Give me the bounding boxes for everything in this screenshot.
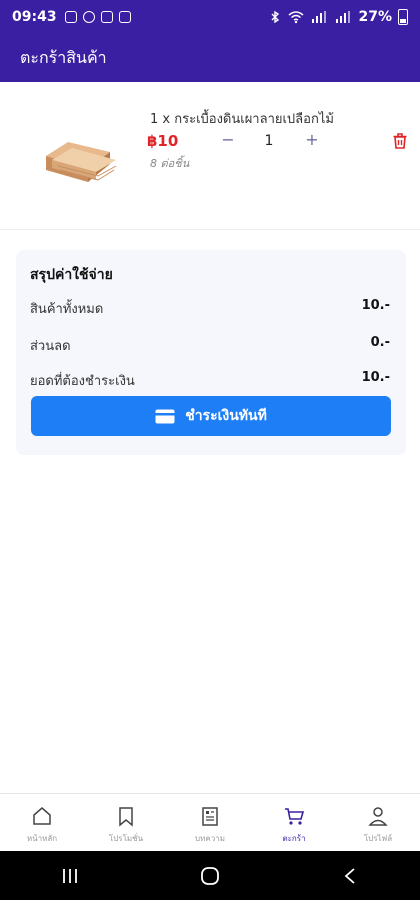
battery-percent: 27% xyxy=(358,9,392,25)
wifi-icon xyxy=(288,11,304,24)
nav-item-cart[interactable]: ตะกร้า xyxy=(252,794,336,851)
summary-title: สรุปค่าใช้จ่าย xyxy=(30,267,113,283)
summary-label: ส่วนลด xyxy=(30,339,71,354)
nav-label: โปรไฟล์ xyxy=(363,834,393,843)
bluetooth-icon xyxy=(271,10,280,24)
home-button[interactable] xyxy=(195,861,225,891)
notification-icons xyxy=(64,11,131,23)
pay-now-button[interactable]: ชำระเงินทันที xyxy=(31,396,391,436)
battery-icon xyxy=(398,9,408,25)
trash-icon[interactable] xyxy=(392,132,408,150)
back-icon xyxy=(344,867,355,884)
decrease-quantity-button[interactable]: − xyxy=(220,130,236,150)
recent-apps-button[interactable] xyxy=(55,861,85,891)
signal-icon-2 xyxy=(336,11,351,23)
system-status: 27% xyxy=(268,9,408,25)
app-bar: ตะกร้าสินค้า xyxy=(0,34,420,82)
quantity-value: 1 xyxy=(264,133,274,149)
product-name[interactable]: 1 x กระเบื้องดินเผาลายเปลือกไม้ xyxy=(150,108,334,129)
nav-item-promotions[interactable]: โปรโมชั่น xyxy=(84,794,168,851)
image-icon xyxy=(118,11,131,23)
notification-icon xyxy=(64,11,77,23)
profile-icon xyxy=(368,807,388,826)
bottom-navigation: หน้าหลัก โปรโมชั่น บทความ ตะกร้า โปรไฟล์ xyxy=(0,793,420,851)
bookmark-icon xyxy=(119,807,133,827)
nav-label: หน้าหลัก xyxy=(26,834,58,843)
credit-card-icon xyxy=(155,409,175,423)
article-icon xyxy=(202,807,218,826)
summary-value: 10.- xyxy=(361,298,390,313)
cart-item: 1 x กระเบื้องดินเผาลายเปลือกไม้ ฿10 8 ต่… xyxy=(0,90,420,230)
cart-icon xyxy=(285,808,305,825)
summary-label: ยอดที่ต้องชำระเงิน xyxy=(30,374,135,389)
summary-label: สินค้าทั้งหมด xyxy=(30,302,104,317)
increase-quantity-button[interactable]: + xyxy=(304,130,320,150)
nav-label: ตะกร้า xyxy=(282,834,306,843)
home-circle-icon xyxy=(201,866,219,885)
summary-row-total: ยอดที่ต้องชำระเงิน 10.- xyxy=(30,370,390,390)
heart-icon xyxy=(100,11,113,23)
product-unit-price: 8 ต่อชิ้น xyxy=(150,157,190,170)
cart-screen: 09:43 27% ตะกร้าสินค้า 1 x กระเบื้องดินเ… xyxy=(0,0,420,900)
nav-item-articles[interactable]: บทความ xyxy=(168,794,252,851)
nav-item-profile[interactable]: โปรไฟล์ xyxy=(336,794,420,851)
product-price: ฿10 xyxy=(147,132,179,150)
summary-value: 10.- xyxy=(361,370,390,385)
summary-value: 0.- xyxy=(370,335,390,350)
home-icon xyxy=(33,807,51,825)
product-image xyxy=(46,142,117,182)
summary-row-discount: ส่วนลด 0.- xyxy=(30,335,390,355)
nav-item-home[interactable]: หน้าหลัก xyxy=(0,794,84,851)
system-navigation-bar xyxy=(0,851,420,900)
nav-label: บทความ xyxy=(195,834,225,843)
status-bar: 09:43 27% xyxy=(0,0,420,34)
page-title: ตะกร้าสินค้า xyxy=(20,47,107,67)
download-icon xyxy=(82,11,95,23)
pay-now-label: ชำระเงินทันที xyxy=(185,408,267,424)
recent-apps-icon xyxy=(63,868,77,883)
signal-icon xyxy=(312,11,327,23)
nav-label: โปรโมชั่น xyxy=(108,834,144,843)
status-time: 09:43 xyxy=(12,9,57,25)
summary-row-subtotal: สินค้าทั้งหมด 10.- xyxy=(30,298,390,318)
back-button[interactable] xyxy=(335,861,365,891)
cost-summary-card: สรุปค่าใช้จ่าย สินค้าทั้งหมด 10.- ส่วนลด… xyxy=(16,250,406,455)
